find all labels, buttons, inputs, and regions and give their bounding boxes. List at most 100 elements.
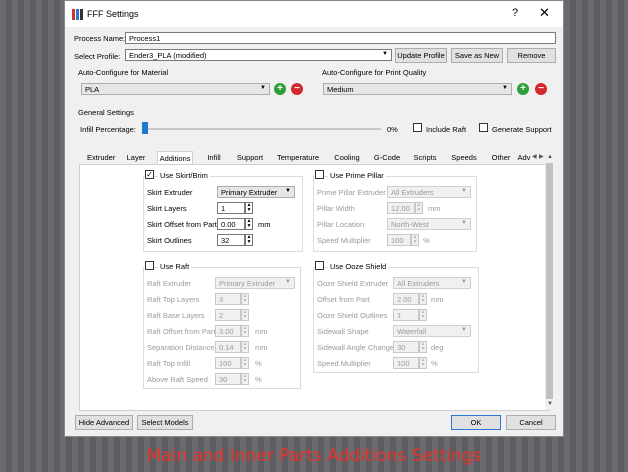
skirt-layers-input[interactable]: 1 [217,202,245,214]
profile-select[interactable]: Ender3_PLA (modified) ▼ [125,49,392,61]
skirt-outlines-input[interactable]: 32 [217,234,245,246]
pillar-location-value: North-West [391,220,429,229]
quality-label: Auto-Configure for Print Quality [322,68,427,77]
fff-settings-window: FFF Settings ? ✕ Process Name: Process1 … [64,0,564,437]
use-prime-pillar-checkbox[interactable] [315,170,324,179]
titlebar: FFF Settings ? ✕ [65,1,563,27]
use-skirt-label: Use Skirt/Brim [158,171,210,180]
remove-material-button[interactable]: − [291,83,303,95]
pillar-width-unit: mm [428,204,441,213]
pillar-speed-unit: % [423,236,430,245]
remove-profile-button[interactable]: Remove [507,48,556,63]
skirt-offset-unit: mm [258,220,271,229]
material-label: Auto-Configure for Material [78,68,169,77]
skirt-offset-spinner[interactable]: ▲ ▼ [245,218,253,230]
caption: Main and Inner Parts Additions Settings [146,446,482,466]
pillar-speed-label: Speed Multiplier [317,236,371,245]
infill-percentage-value: 0% [387,125,398,134]
scroll-up-icon[interactable]: ▲ [547,154,553,160]
tab-additions[interactable]: Additions [157,151,193,165]
include-raft-label: Include Raft [426,125,467,134]
above-raft-speed-label: Above Raft Speed [147,375,208,384]
remove-quality-button[interactable]: − [535,83,547,95]
raft-offset-spinner: ▲ ▼ [241,325,249,337]
infill-slider-track[interactable] [143,128,381,130]
skirt-extruder-select[interactable]: Primary Extruder ▼ [217,186,295,198]
add-quality-button[interactable]: + [517,83,529,95]
generate-support-checkbox[interactable] [479,123,488,132]
chevron-down-icon: ▼ [382,51,388,57]
above-raft-speed-input: 30 [215,373,241,385]
pillar-speed-spinner: ▲ ▼ [411,234,419,246]
include-raft-checkbox[interactable] [413,123,422,132]
ooze-speed-input: 100 [393,357,419,369]
raft-base-layers-input: 2 [215,309,241,321]
infill-percentage-label: Infill Percentage: [80,125,136,134]
ooze-offset-spinner: ▲ ▼ [419,293,427,305]
ooze-extruder-select: All Extruders ▼ [393,277,471,289]
skirt-extruder-value: Primary Extruder [221,188,278,197]
update-profile-button[interactable]: Update Profile [395,48,447,63]
raft-extruder-label: Raft Extruder [147,279,192,288]
hide-advanced-button[interactable]: Hide Advanced [75,415,133,430]
raft-offset-unit: mm [255,327,268,336]
raft-top-infill-label: Raft Top Infill [147,359,191,368]
ooze-offset-unit: mm [431,295,444,304]
raft-top-layers-input: 3 [215,293,241,305]
help-icon[interactable]: ? [512,7,518,19]
scroll-down-icon[interactable]: ▼ [547,401,553,407]
app-icon [72,9,83,20]
chevron-down-icon: ▼ [502,85,508,91]
skirt-layers-spinner[interactable]: ▲ ▼ [245,202,253,214]
add-material-button[interactable]: + [274,83,286,95]
ooze-outlines-input: 1 [393,309,419,321]
quality-select[interactable]: Medium ▼ [323,83,512,95]
sidewall-angle-label: Sidewall Angle Change [317,343,395,352]
ooze-extruder-label: Ooze Shield Extruder [317,279,389,288]
pillar-width-label: Pillar Width [317,204,355,213]
chevron-down-icon: ▼ [285,188,291,194]
skirt-outlines-label: Skirt Outlines [147,236,192,245]
pillar-extruder-select: All Extruders ▼ [387,186,471,198]
pillar-extruder-label: Prime Pillar Extruder [317,188,386,197]
save-as-new-button[interactable]: Save as New [451,48,503,63]
process-name-input[interactable]: Process1 [125,32,556,44]
close-icon[interactable]: ✕ [539,5,550,21]
ooze-outlines-spinner: ▲ ▼ [419,309,427,321]
use-ooze-shield-checkbox[interactable] [315,261,324,270]
raft-top-layers-spinner: ▲ ▼ [241,293,249,305]
separation-distance-input: 0.14 [215,341,241,353]
skirt-offset-input[interactable]: 0.00 [217,218,245,230]
above-raft-speed-unit: % [255,375,262,384]
process-name-label: Process Name: [74,34,126,43]
ok-button[interactable]: OK [451,415,501,430]
select-models-button[interactable]: Select Models [137,415,193,430]
infill-slider-handle[interactable] [142,122,148,134]
tab-scroll-right-icon[interactable]: ▶ [539,153,544,160]
raft-top-layers-label: Raft Top Layers [147,295,200,304]
sidewall-shape-label: Sidewall Shape [317,327,369,336]
chevron-down-icon: ▼ [461,327,467,333]
material-select[interactable]: PLA ▼ [81,83,270,95]
cancel-button[interactable]: Cancel [506,415,556,430]
use-raft-checkbox[interactable] [145,261,154,270]
ooze-offset-label: Offset from Part [317,295,370,304]
tab-scroll-left-icon[interactable]: ◀ [532,153,537,160]
general-settings-label: General Settings [78,108,134,117]
pillar-location-select: North-West ▼ [387,218,471,230]
separation-distance-label: Separation Distance [147,343,215,352]
panel-scrollbar[interactable]: ▲ ▼ [545,153,554,410]
raft-offset-label: Raft Offset from Part [147,327,216,336]
separation-distance-spinner: ▲ ▼ [241,341,249,353]
select-profile-label: Select Profile: [74,52,121,61]
skirt-outlines-spinner[interactable]: ▲ ▼ [245,234,253,246]
raft-base-layers-label: Raft Base Layers [147,311,205,320]
chevron-down-icon: ▼ [260,85,266,91]
pillar-speed-input: 100 [387,234,411,246]
scrollbar-thumb[interactable] [546,163,553,399]
use-skirt-checkbox[interactable]: ✓ [145,170,154,179]
pillar-location-label: Pillar Location [317,220,365,229]
sidewall-angle-input: 30 [393,341,419,353]
profile-select-value: Ender3_PLA (modified) [129,51,207,60]
pillar-extruder-value: All Extruders [391,188,434,197]
